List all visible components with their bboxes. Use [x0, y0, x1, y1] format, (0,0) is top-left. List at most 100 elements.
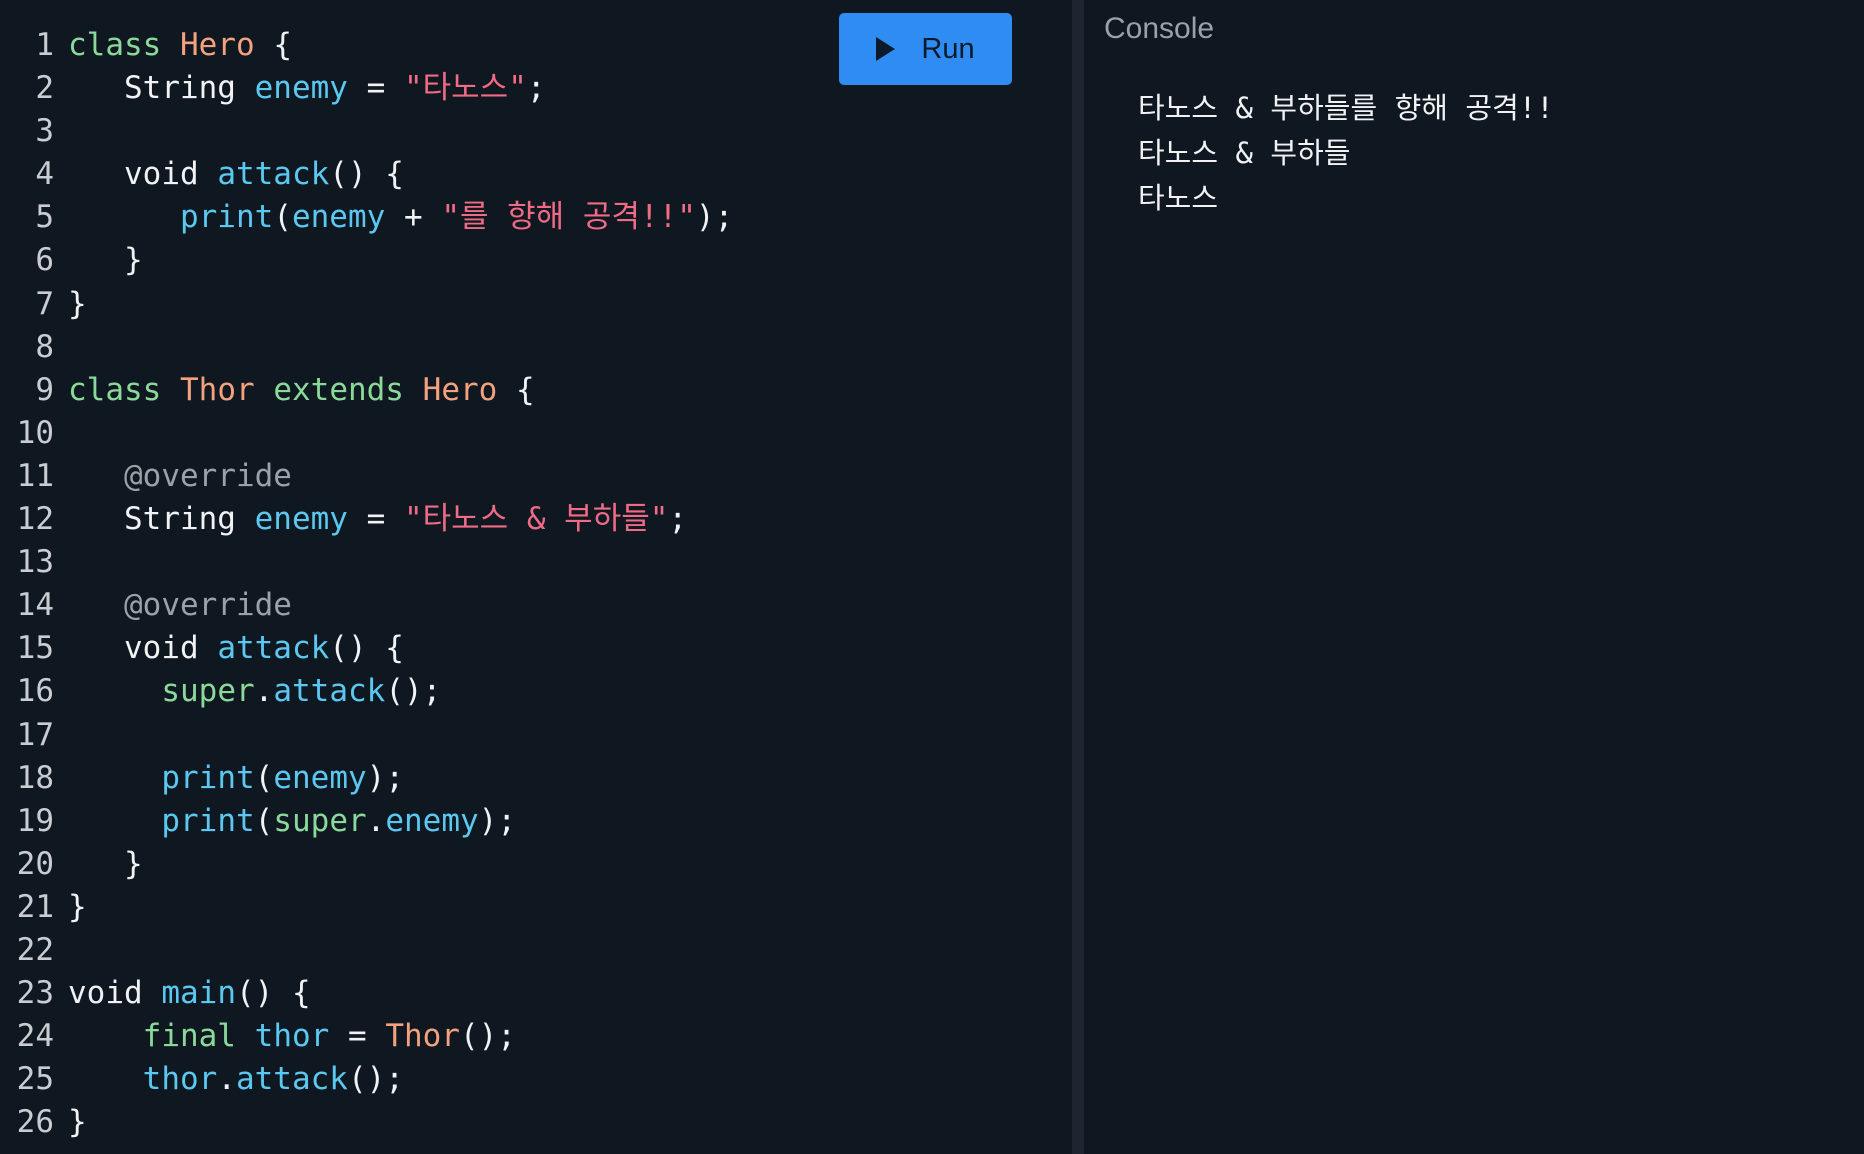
code-token: final	[142, 1018, 236, 1055]
code-text: @override	[68, 584, 292, 627]
console-output-line: 타노스 & 부하들를 향해 공격!!	[1138, 91, 1554, 125]
line-number: 18	[16, 759, 54, 796]
code-text: super.attack();	[68, 670, 441, 713]
line-number: 26	[16, 1104, 54, 1141]
code-token: enemy	[385, 802, 479, 839]
code-token: () {	[235, 975, 311, 1012]
code-lines: 1 class Hero {2 String enemy = "타노스"; 3 4 v…	[0, 24, 734, 1144]
code-token: enemy	[273, 759, 367, 796]
code-text: }	[68, 283, 87, 326]
code-line[interactable]: 15 void attack() {	[0, 627, 733, 670]
code-token: attack	[217, 156, 330, 193]
code-text: class Hero {	[68, 24, 292, 67]
line-number: 3	[35, 113, 54, 150]
code-line[interactable]: 14 @override	[0, 584, 733, 627]
code-token: @override	[124, 587, 292, 624]
console-output: 타노스 & 부하들를 향해 공격!! 타노스 & 부하들 타노스	[1138, 86, 1554, 221]
code-text: String enemy = "타노스 & 부하들";	[68, 498, 687, 541]
code-token: () {	[329, 630, 404, 667]
code-token: Thor	[180, 371, 255, 408]
code-token: @override	[124, 457, 292, 494]
code-line[interactable]: 17	[0, 714, 733, 757]
line-number: 24	[16, 1018, 54, 1055]
code-text: void attack() {	[68, 627, 404, 670]
code-line[interactable]: 5 print(enemy + "를 향해 공격!!");	[0, 196, 733, 239]
code-token: String	[68, 70, 255, 107]
code-line[interactable]: 8	[0, 326, 733, 369]
code-token: super	[161, 673, 255, 710]
code-line[interactable]: 10	[0, 412, 733, 455]
code-line[interactable]: 13	[0, 541, 733, 584]
line-number: 7	[35, 285, 54, 322]
console-output-line: 타노스	[1138, 181, 1219, 215]
code-token: =	[329, 1018, 386, 1055]
code-token: +	[385, 199, 442, 236]
line-number: 2	[35, 70, 54, 107]
line-number: 15	[16, 630, 54, 667]
code-line[interactable]: 16 super.attack();	[0, 670, 733, 713]
code-text: @override	[68, 455, 292, 498]
code-token: .	[217, 1061, 236, 1098]
code-token: enemy	[254, 501, 348, 538]
line-number: 13	[16, 544, 54, 581]
code-line[interactable]: 9 class Thor extends Hero {	[0, 369, 733, 412]
code-line[interactable]: 3	[0, 110, 733, 153]
code-editor[interactable]: 1 class Hero {2 String enemy = "타노스"; 3 4 v…	[0, 0, 1072, 1154]
line-number: 25	[16, 1061, 54, 1098]
console-output-line: 타노스 & 부하들	[1138, 136, 1351, 170]
code-token: }	[68, 888, 87, 925]
code-token: ;	[526, 70, 546, 107]
line-number: 4	[35, 156, 54, 193]
code-line[interactable]: 25 thor.attack();	[0, 1058, 733, 1101]
code-token: }	[68, 1104, 87, 1141]
code-line[interactable]: 7}	[0, 283, 733, 326]
code-token: void	[68, 975, 162, 1012]
code-line[interactable]: 2 String enemy = "타노스";	[0, 67, 733, 110]
code-text: print(super.enemy);	[68, 800, 516, 843]
code-token: }	[68, 285, 87, 322]
code-token: {	[497, 371, 535, 408]
code-line[interactable]: 4 void attack() {	[0, 153, 733, 196]
code-line[interactable]: 20 }	[0, 843, 733, 886]
code-line[interactable]: 21}	[0, 886, 733, 929]
code-line[interactable]: 12 String enemy = "타노스 & 부하들";	[0, 498, 733, 541]
code-line[interactable]: 6 }	[0, 239, 733, 282]
code-token: enemy	[254, 70, 348, 107]
code-token: }	[68, 242, 143, 279]
code-token: =	[347, 501, 404, 538]
code-token: thor	[142, 1061, 218, 1098]
code-line[interactable]: 26}	[0, 1101, 733, 1144]
code-line[interactable]: 19 print(super.enemy);	[0, 800, 733, 843]
line-number: 6	[35, 242, 54, 279]
code-line[interactable]: 24 final thor = Thor();	[0, 1015, 733, 1058]
line-number: 19	[16, 802, 54, 839]
line-number: 23	[16, 975, 54, 1012]
code-line[interactable]: 18 print(enemy);	[0, 757, 733, 800]
code-token: .	[366, 802, 386, 839]
code-token: class	[68, 371, 162, 408]
line-number: 9	[35, 371, 54, 408]
code-line[interactable]: 22	[0, 929, 733, 972]
code-line[interactable]: 1 class Hero {	[0, 24, 733, 67]
code-text: }	[68, 239, 143, 282]
code-token: print	[161, 802, 255, 839]
code-token: String	[68, 501, 255, 538]
code-token: ();	[459, 1018, 516, 1055]
line-number: 5	[35, 199, 54, 236]
code-token: void	[68, 156, 218, 193]
code-line[interactable]: 23 void main() {	[0, 972, 733, 1015]
code-token: class	[68, 27, 162, 63]
pane-divider[interactable]	[1072, 0, 1084, 1154]
code-token: attack	[273, 673, 386, 710]
code-line[interactable]: 11 @override	[0, 455, 733, 498]
code-text: print(enemy + "를 향해 공격!!");	[68, 196, 733, 239]
run-button[interactable]: Run	[839, 13, 1012, 85]
